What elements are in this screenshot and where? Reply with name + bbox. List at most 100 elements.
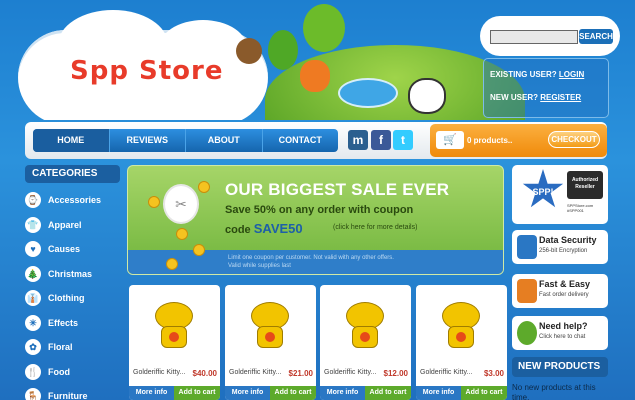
product-name[interactable]: Golderiffic Kitty... <box>229 369 281 376</box>
more-info-button[interactable]: More info <box>129 386 174 400</box>
login-link[interactable]: LOGIN <box>559 70 584 79</box>
seal-line-2: Reseller <box>575 184 595 190</box>
category-food[interactable]: 🍴 Food <box>25 360 120 385</box>
feature-title: Fast & Easy <box>539 279 591 289</box>
site-logo-text: Spp Store <box>70 56 224 86</box>
more-info-button[interactable]: More info <box>416 386 461 400</box>
accessories-icon: ⌚ <box>25 192 41 209</box>
site-logo[interactable]: Spp Store <box>70 56 223 86</box>
spp-star-icon: SPP! <box>522 169 564 208</box>
new-products-message: No new products at this time. <box>512 383 596 400</box>
account-box <box>483 58 609 118</box>
seal-caption-2: #SPP001 <box>567 208 584 213</box>
category-label: Effects <box>48 317 79 328</box>
monkey-mascot-icon <box>236 38 262 64</box>
feature-subtitle: Click here to chat <box>539 334 586 340</box>
product-card: Golderiffic Kitty... $12.00 More info Ad… <box>320 285 411 400</box>
category-furniture[interactable]: 🪑 Furniture <box>25 384 120 400</box>
checkout-button[interactable]: CHECKOUT <box>548 131 600 148</box>
category-accessories[interactable]: ⌚ Accessories <box>25 188 120 213</box>
coin-icon <box>176 228 188 240</box>
effects-icon: ✳ <box>25 314 41 331</box>
category-floral[interactable]: ✿ Floral <box>25 335 120 360</box>
categories-heading: CATEGORIES <box>25 165 120 183</box>
more-info-button[interactable]: More info <box>225 386 270 400</box>
category-effects[interactable]: ✳ Effects <box>25 311 120 336</box>
product-card: Golderiffic Kitty... $40.00 More info Ad… <box>129 285 220 400</box>
facebook-icon[interactable]: f <box>371 130 391 150</box>
chat-bubble-icon <box>517 321 537 345</box>
main-nav: HOME REVIEWS ABOUT CONTACT <box>33 129 338 152</box>
banner-code-prefix: code <box>225 224 251 236</box>
nav-contact[interactable]: CONTACT <box>263 129 339 152</box>
nav-reviews[interactable]: REVIEWS <box>110 129 186 152</box>
category-apparel[interactable]: 👕 Apparel <box>25 213 120 238</box>
category-causes[interactable]: ♥ Causes <box>25 237 120 262</box>
floral-icon: ✿ <box>25 339 41 356</box>
feature-subtitle: Fast order delivery <box>539 292 589 298</box>
category-label: Food <box>48 366 70 377</box>
product-price: $12.00 <box>383 369 408 378</box>
category-list: ⌚ Accessories 👕 Apparel ♥ Causes 🎄 Christmas… <box>25 188 120 400</box>
banner-fine-print: Limit one coupon per customer. Not valid… <box>228 254 394 270</box>
twitter-icon[interactable]: t <box>393 130 413 150</box>
more-info-button[interactable]: More info <box>320 386 365 400</box>
feature-title: Need help? <box>539 321 588 331</box>
new-products-heading: NEW PRODUCTS <box>512 357 608 377</box>
banner-note-2: Valid while supplies last <box>228 263 291 269</box>
category-label: Christmas <box>48 268 93 279</box>
category-label: Furniture <box>48 391 88 400</box>
category-christmas[interactable]: 🎄 Christmas <box>25 262 120 287</box>
feature-title: Data Security <box>539 235 597 245</box>
add-to-cart-button[interactable]: Add to cart <box>174 386 220 400</box>
myspace-icon[interactable]: m <box>348 130 368 150</box>
shield-check-icon <box>517 235 537 259</box>
search-button[interactable]: SEARCH <box>579 29 613 44</box>
seal-caption: SPPStore.com #SPP001 <box>567 203 593 213</box>
lucky-cat-image[interactable] <box>151 300 197 350</box>
banner-offer: Save 50% on any order with coupon <box>225 204 414 216</box>
feature-subtitle: 256-bit Encryption <box>539 248 588 254</box>
christmas-icon: 🎄 <box>25 265 41 282</box>
nav-about[interactable]: ABOUT <box>186 129 263 152</box>
need-help-badge[interactable]: Need help? Click here to chat <box>512 316 608 350</box>
coin-icon <box>198 181 210 193</box>
banner-note-1: Limit one coupon per customer. Not valid… <box>228 255 394 261</box>
product-name[interactable]: Golderiffic Kitty... <box>133 369 185 376</box>
banner-details-link[interactable]: (click here for more details) <box>333 224 417 231</box>
search-input[interactable] <box>490 30 578 44</box>
register-link[interactable]: REGISTER <box>540 93 581 102</box>
data-security-badge: Data Security 256-bit Encryption <box>512 230 608 264</box>
existing-user-line: EXISTING USER? LOGIN <box>490 70 584 79</box>
category-label: Causes <box>48 244 81 255</box>
product-name[interactable]: Golderiffic Kitty... <box>420 369 472 376</box>
add-to-cart-button[interactable]: Add to cart <box>270 386 316 400</box>
lucky-cat-image[interactable] <box>342 300 388 350</box>
delivery-box-icon <box>517 279 537 303</box>
sale-banner[interactable]: ✂ OUR BIGGEST SALE EVER Save 50% on any … <box>127 165 504 275</box>
lucky-cat-image[interactable] <box>438 300 484 350</box>
cart-icon[interactable]: 🛒 <box>436 131 464 149</box>
category-clothing[interactable]: 👔 Clothing <box>25 286 120 311</box>
add-to-cart-button[interactable]: Add to cart <box>461 386 507 400</box>
add-to-cart-button[interactable]: Add to cart <box>365 386 411 400</box>
existing-user-label: EXISTING USER? <box>490 70 557 79</box>
spp-authorized-badge[interactable]: SPP! Authorized Reseller SPPStore.com #S… <box>512 165 608 224</box>
product-card: Golderiffic Kitty... $3.00 More info Add… <box>416 285 507 400</box>
product-name[interactable]: Golderiffic Kitty... <box>324 369 376 376</box>
banner-code-line: code SAVE50 <box>225 221 303 236</box>
apparel-icon: 👕 <box>25 216 41 233</box>
product-price: $40.00 <box>192 369 217 378</box>
cat-mascot-icon <box>408 78 446 114</box>
seal-line-1: Authorized <box>571 177 599 183</box>
category-label: Clothing <box>48 293 85 304</box>
food-icon: 🍴 <box>25 363 41 380</box>
lucky-cat-image[interactable] <box>247 300 293 350</box>
tree-icon <box>268 30 298 70</box>
furniture-icon: 🪑 <box>25 388 41 400</box>
product-price: $3.00 <box>483 369 504 378</box>
pond <box>338 78 398 108</box>
coin-icon <box>193 244 205 256</box>
authorized-reseller-seal: Authorized Reseller <box>567 171 603 199</box>
nav-home[interactable]: HOME <box>33 129 110 152</box>
